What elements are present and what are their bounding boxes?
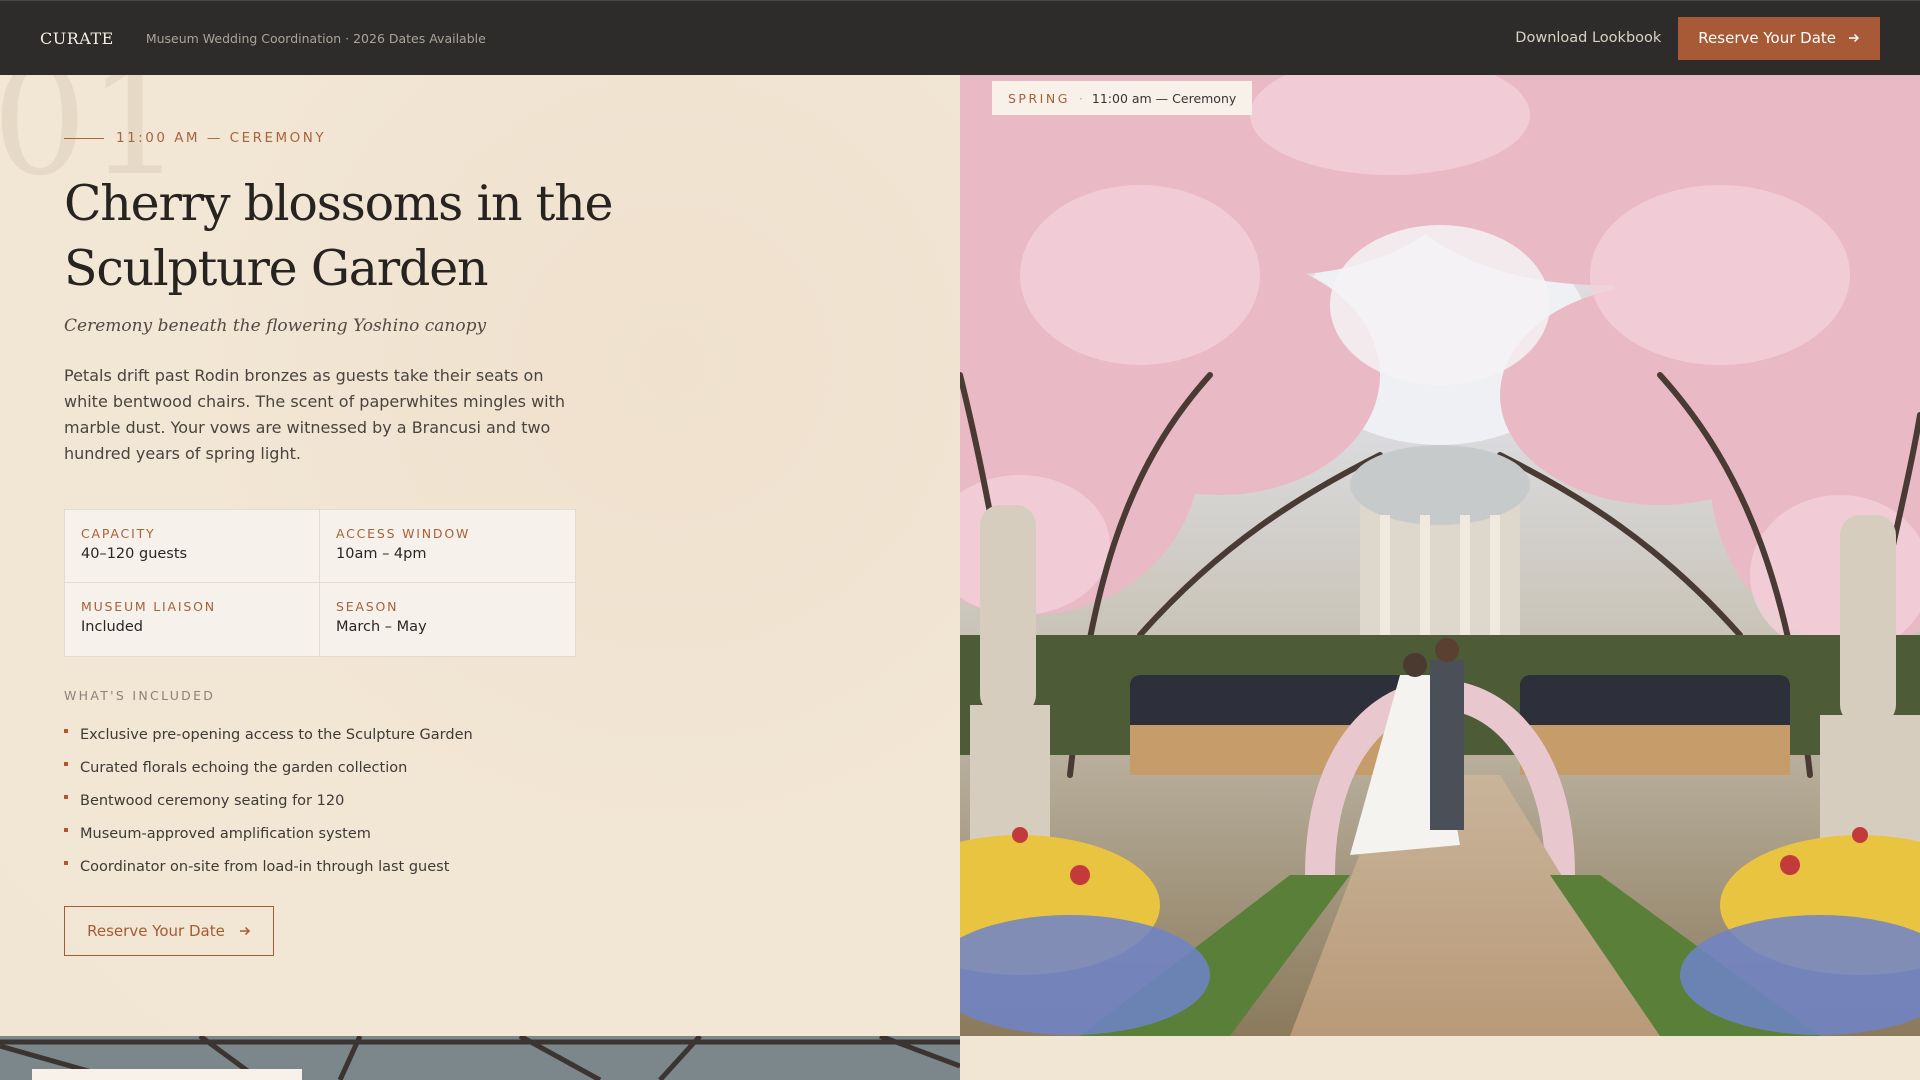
fact-value: 40–120 guests xyxy=(81,546,188,562)
season-tag: SPRING · 11:00 am — Ceremony xyxy=(992,81,1253,115)
ceremony-photo: SPRING · 11:00 am — Ceremony xyxy=(960,75,1920,1036)
reserve-date-button[interactable]: Reserve Your Date xyxy=(64,906,274,956)
arrow-right-icon xyxy=(1849,33,1860,43)
fact-label: ACCESS WINDOW xyxy=(336,526,471,541)
season-separator: · xyxy=(1078,90,1083,106)
section-description: Petals drift past Rodin bronzes as guest… xyxy=(64,366,566,463)
fact-access-window: ACCESS WINDOW 10am – 4pm xyxy=(320,510,575,583)
list-item: Museum-approved amplification system xyxy=(64,817,473,850)
list-item-text: Curated florals echoing the garden colle… xyxy=(80,759,408,776)
fact-capacity: CAPACITY 40–120 guests xyxy=(65,510,320,583)
season-caption: 11:00 am — Ceremony xyxy=(1091,90,1237,106)
bullet-icon xyxy=(64,827,68,832)
brand-logo[interactable]: CURATE xyxy=(40,29,114,48)
arrow-right-icon xyxy=(239,926,250,936)
season-label: SPRING xyxy=(1008,90,1070,106)
ceremony-details-panel: 01 11:00 AM — CEREMONY Cherry blossoms i… xyxy=(0,75,960,1036)
list-item-text: Museum-approved amplification system xyxy=(80,825,371,842)
included-heading: WHAT'S INCLUDED xyxy=(64,688,216,703)
bullet-icon xyxy=(64,794,68,799)
list-item-text: Bentwood ceremony seating for 120 xyxy=(80,792,345,809)
bullet-icon xyxy=(64,860,68,865)
fact-label: SEASON xyxy=(336,599,399,614)
fact-season: SEASON March – May xyxy=(320,583,575,656)
reserve-date-button-header[interactable]: Reserve Your Date xyxy=(1678,16,1880,60)
fact-value: Included xyxy=(81,619,143,635)
fact-label: CAPACITY xyxy=(81,526,156,541)
next-section-photo xyxy=(0,1036,960,1080)
next-section-tag xyxy=(32,1069,302,1080)
section-headline: Cherry blossoms in the Sculpture Garden xyxy=(64,175,614,297)
download-lookbook-link[interactable]: Download Lookbook xyxy=(1515,30,1661,46)
list-item-text: Exclusive pre-opening access to the Scul… xyxy=(80,726,473,743)
reserve-date-label: Reserve Your Date xyxy=(87,922,225,940)
fact-museum-liaison: MUSEUM LIAISON Included xyxy=(65,583,320,656)
list-item: Coordinator on-site from load-in through… xyxy=(64,850,473,883)
fact-label: MUSEUM LIAISON xyxy=(81,599,216,614)
fact-value: 10am – 4pm xyxy=(336,546,427,562)
facts-grid: CAPACITY 40–120 guests ACCESS WINDOW 10a… xyxy=(64,509,576,657)
garden-wedding-illustration xyxy=(960,75,1920,1036)
top-navigation: CURATE Museum Wedding Coordination · 202… xyxy=(0,0,1920,75)
kicker-text: 11:00 AM — CEREMONY xyxy=(116,130,327,146)
reserve-date-label: Reserve Your Date xyxy=(1698,29,1836,47)
list-item: Exclusive pre-opening access to the Scul… xyxy=(64,718,473,751)
bullet-icon xyxy=(64,728,68,733)
kicker-rule xyxy=(64,137,104,139)
list-item: Bentwood ceremony seating for 120 xyxy=(64,784,473,817)
list-item-text: Coordinator on-site from load-in through… xyxy=(80,858,450,875)
section-kicker: 11:00 AM — CEREMONY xyxy=(64,130,326,146)
fact-value: March – May xyxy=(336,619,427,635)
bullet-icon xyxy=(64,761,68,766)
header-tagline: Museum Wedding Coordination · 2026 Dates… xyxy=(145,30,486,46)
next-section-content xyxy=(960,1036,1920,1080)
included-list: Exclusive pre-opening access to the Scul… xyxy=(64,718,473,883)
list-item: Curated florals echoing the garden colle… xyxy=(64,751,473,784)
header-actions: Download Lookbook Reserve Your Date xyxy=(1515,16,1880,60)
section-subhead: Ceremony beneath the flowering Yoshino c… xyxy=(64,316,487,336)
